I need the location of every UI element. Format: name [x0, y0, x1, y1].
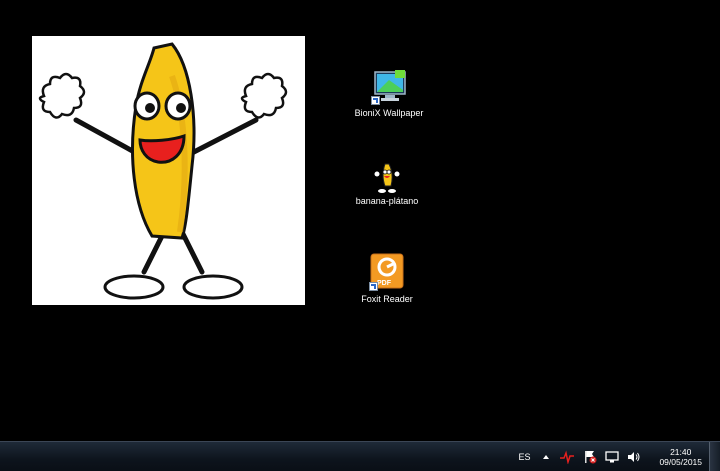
clock-time: 21:40 — [670, 446, 692, 457]
show-desktop-button[interactable] — [709, 442, 720, 471]
right-foot — [182, 274, 244, 300]
display-icon[interactable] — [605, 447, 620, 467]
desktop-icon-foxit-reader[interactable]: PDF Foxit Reader — [347, 252, 427, 305]
pdf-icon: PDF — [367, 252, 407, 292]
left-arm — [73, 117, 141, 157]
monitor-icon — [369, 66, 409, 106]
clock[interactable]: 21:40 09/05/2015 — [659, 445, 702, 469]
language-indicator[interactable]: ES — [515, 447, 533, 467]
dancing-banana-image — [32, 36, 305, 305]
left-foot — [103, 274, 165, 300]
left-pom-pom — [38, 72, 86, 119]
network-activity-icon[interactable] — [559, 447, 575, 467]
desktop-icon-label: Foxit Reader — [361, 294, 413, 304]
pdf-badge: PDF — [377, 280, 391, 287]
system-tray: ES 21:40 09/05/2015 — [511, 442, 708, 471]
desktop-icon-label: banana-plátano — [355, 196, 419, 206]
desktop-icon-bionix-wallpaper[interactable]: BioniX Wallpaper — [349, 66, 429, 119]
clock-date: 09/05/2015 — [659, 456, 702, 467]
desktop-icon-banana-platano[interactable]: banana-plátano — [347, 162, 427, 207]
banana-illustration — [38, 42, 288, 300]
action-center-flag-icon[interactable] — [583, 447, 597, 467]
volume-icon[interactable] — [627, 447, 641, 467]
taskbar[interactable]: ES 21:40 09/05/2015 — [0, 441, 720, 471]
right-arm — [187, 117, 259, 157]
right-leg — [179, 229, 205, 275]
show-hidden-icons-arrow-icon[interactable] — [541, 447, 551, 467]
desktop-background[interactable]: BioniX Wallpaper banana-plátano PDF Foxi… — [0, 0, 720, 441]
desktop-icon-label: BioniX Wallpaper — [354, 108, 424, 118]
banana-icon — [372, 162, 402, 194]
right-pom-pom — [240, 72, 288, 119]
